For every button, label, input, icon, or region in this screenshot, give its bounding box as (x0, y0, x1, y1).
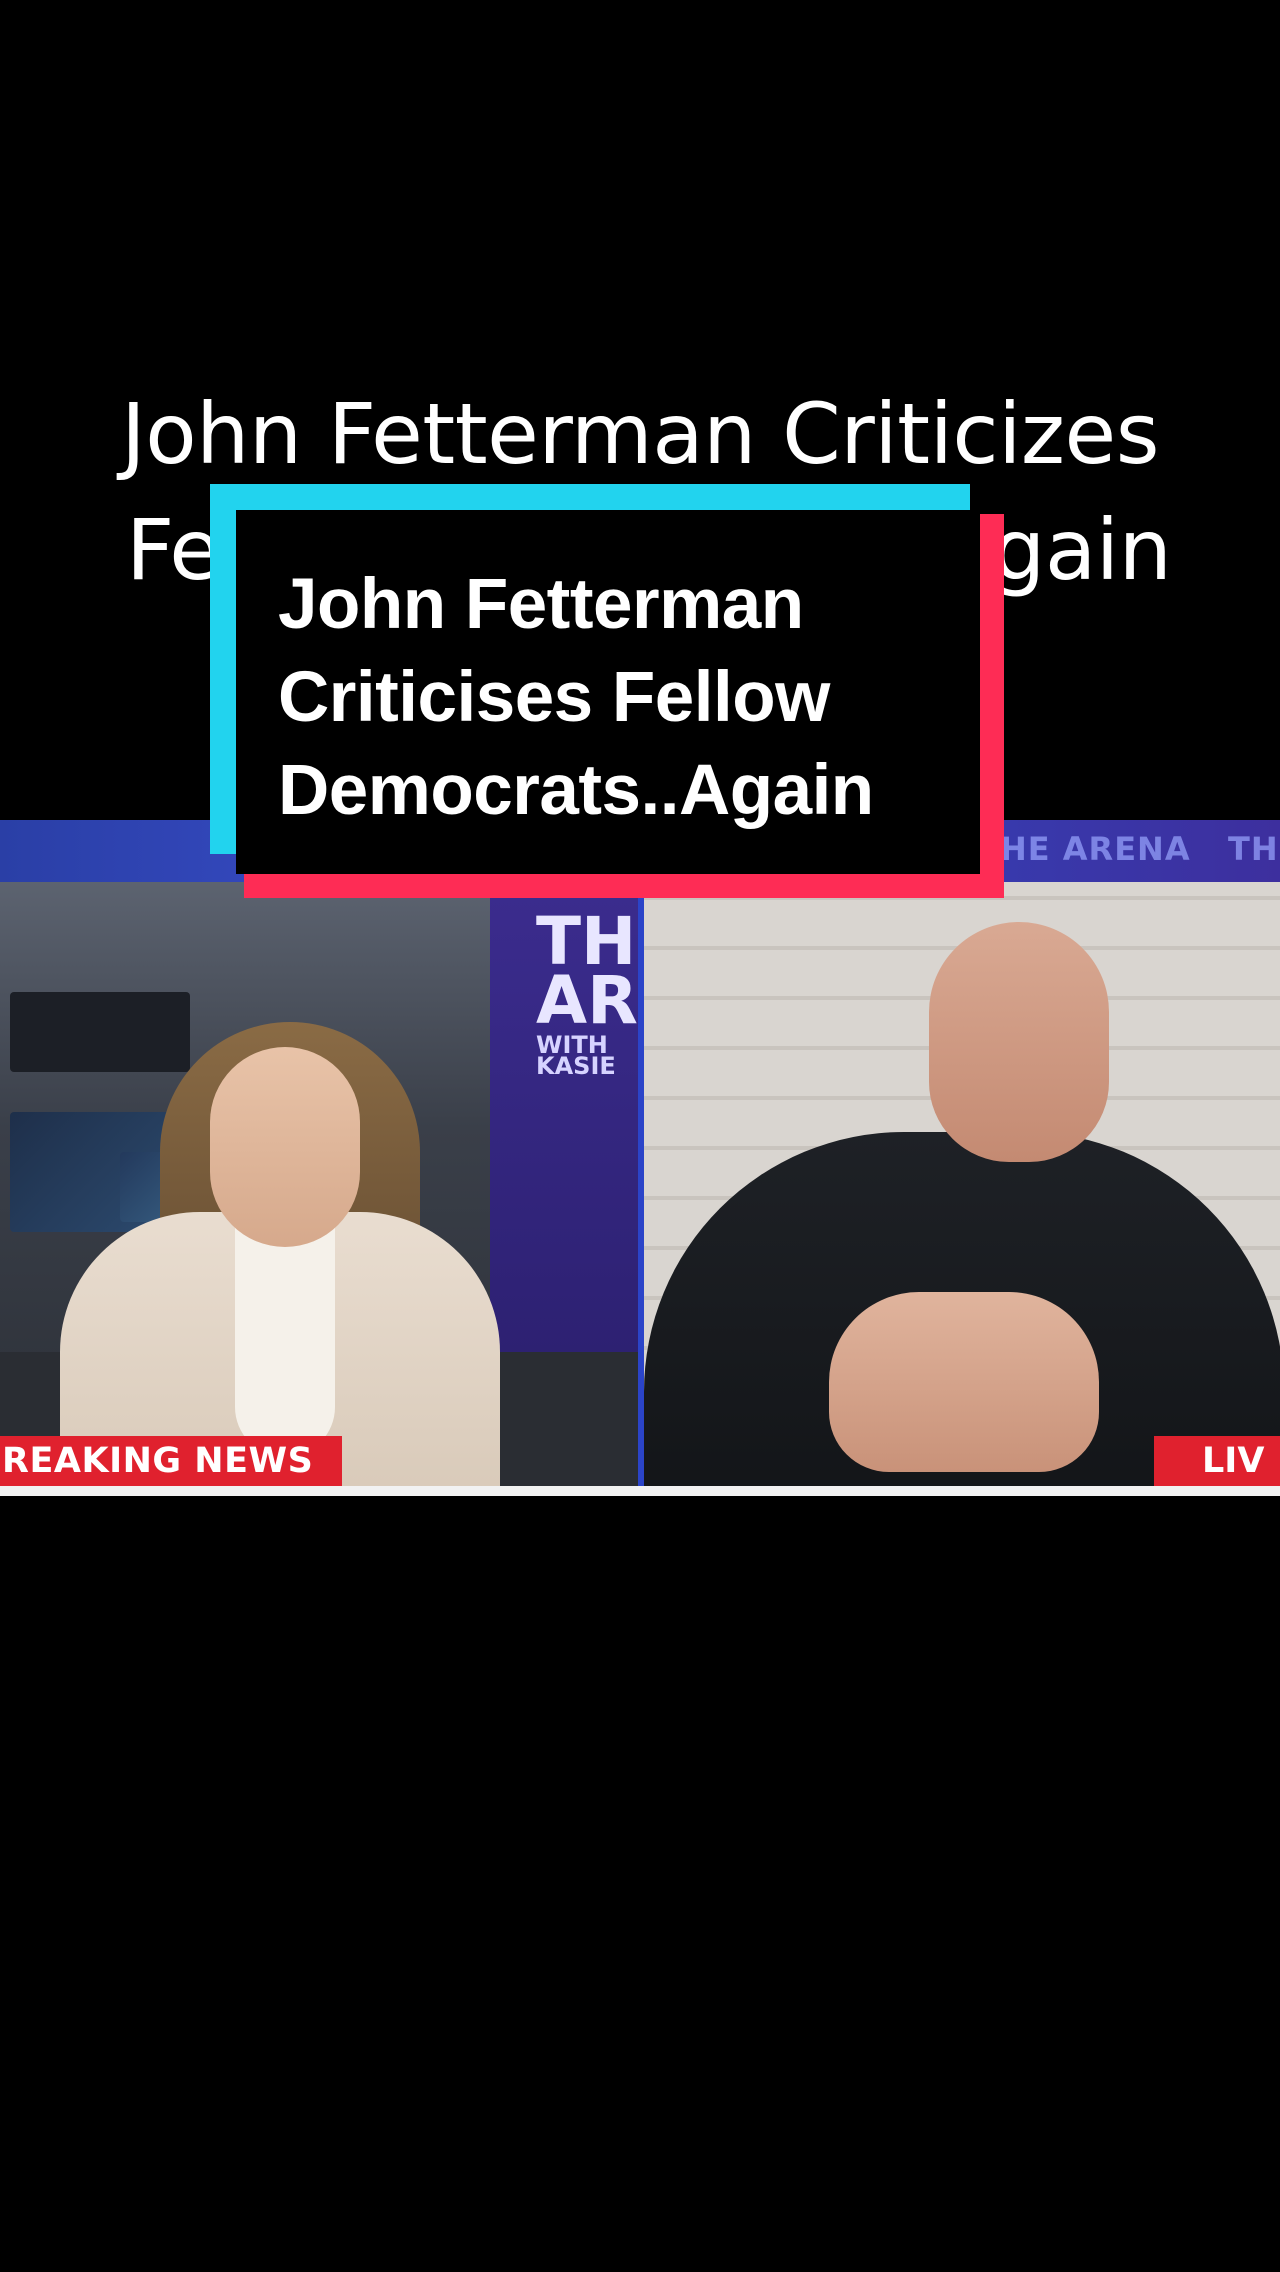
banner-text-arena: HE ARENA (1000, 830, 1191, 868)
title-card-text: John Fetterman Criticises Fellow Democra… (278, 558, 874, 837)
breaking-news-badge: REAKING NEWS (0, 1436, 342, 1486)
guest-face (929, 922, 1109, 1162)
guest-hands (829, 1292, 1099, 1472)
banner-text-the: TH (1228, 830, 1279, 868)
guest-panel (644, 882, 1280, 1496)
title-card-line2: Criticises Fellow (278, 658, 830, 737)
lower-third-strip (0, 1486, 1280, 1496)
anchor-face (210, 1047, 360, 1247)
anchor-panel: THE ARE WITH KASIE (0, 882, 640, 1496)
show-logo-line2: ARE (536, 962, 640, 1040)
background-headline-line1: John Fetterman Criticizes (121, 385, 1159, 483)
show-logo: THE ARE WITH KASIE (536, 908, 640, 1081)
background-headline-line2-left: Fe (126, 501, 221, 599)
show-logo-line3: WITH KASIE (536, 1030, 616, 1081)
title-card-line3: Democrats..Again (278, 751, 874, 830)
title-card: John Fetterman Criticises Fellow Democra… (236, 510, 980, 874)
title-card-line1: John Fetterman (278, 565, 804, 644)
anchor-blouse (235, 1227, 335, 1457)
live-badge: LIV (1154, 1436, 1280, 1486)
background-headline-line2-right: gain (992, 501, 1172, 599)
studio-monitor (10, 992, 190, 1072)
news-video-frame[interactable]: HE ARENA TH THE ARE WITH KASIE REAKING N… (0, 820, 1280, 1496)
